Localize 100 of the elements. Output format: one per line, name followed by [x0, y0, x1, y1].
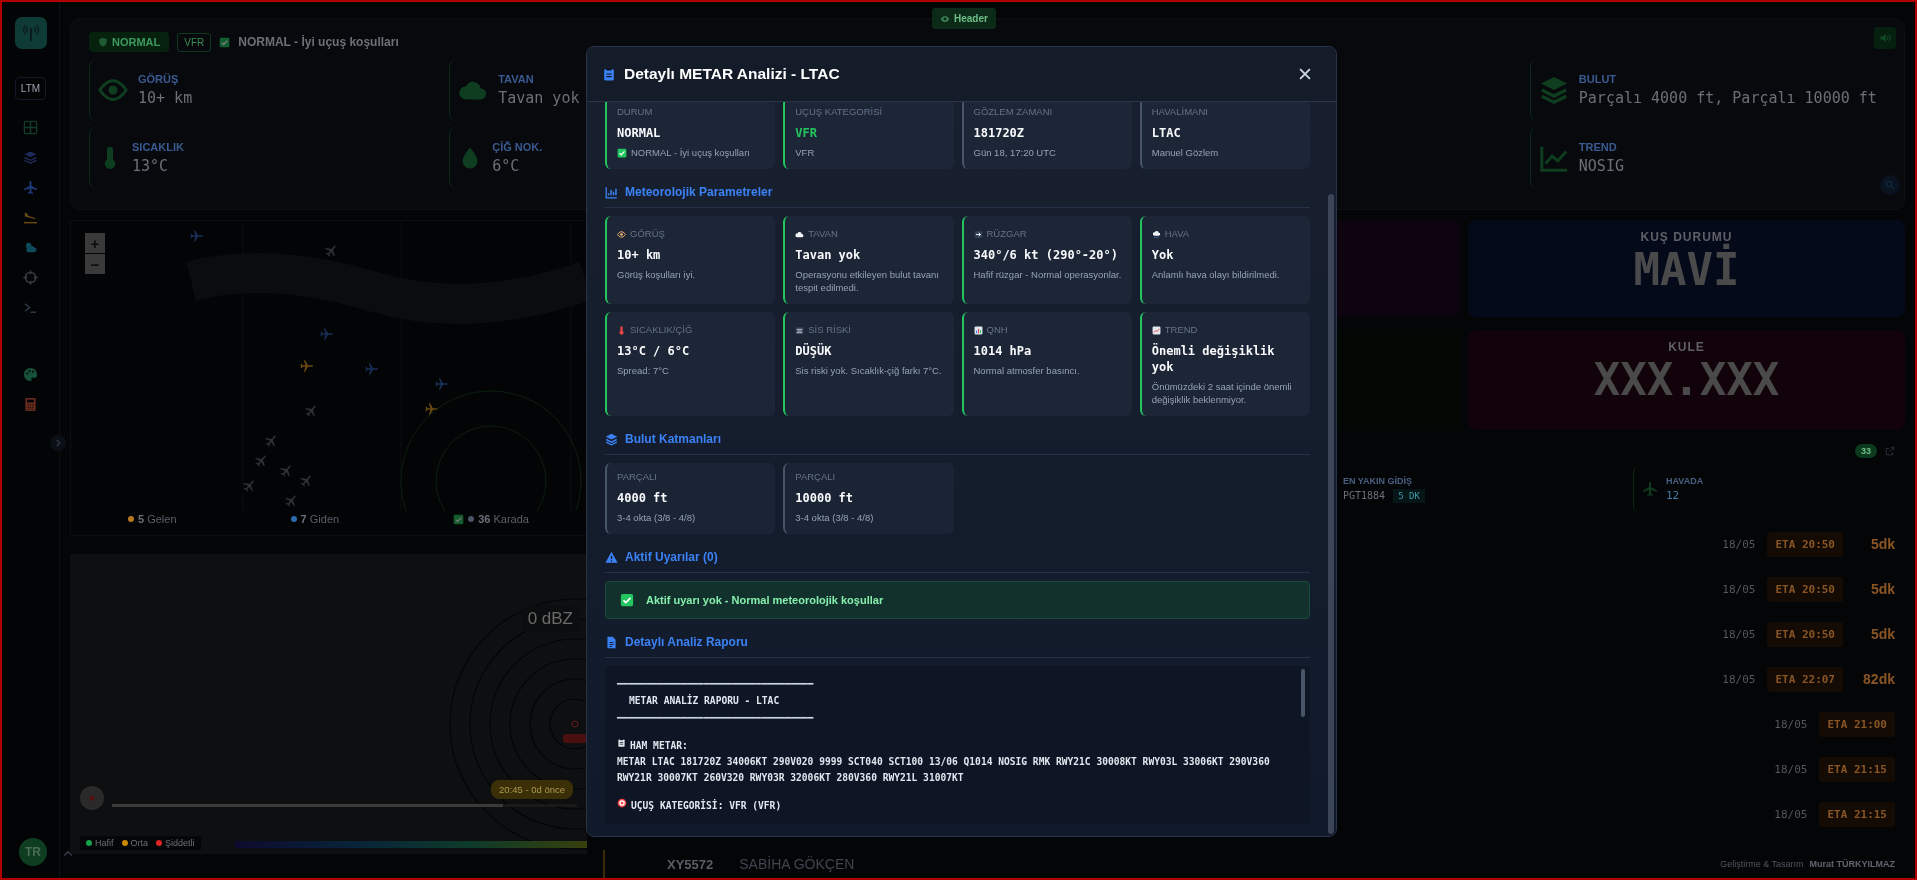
radar-reading: 0 dBZ: [521, 606, 579, 632]
flight-date: 18/05: [1722, 672, 1756, 686]
checkbox[interactable]: [453, 513, 465, 525]
grid-icon[interactable]: [23, 120, 38, 135]
card-note: 3-4 okta (3/8 - 4/8): [617, 511, 697, 524]
eye-icon: [940, 13, 950, 24]
user-avatar[interactable]: TR: [19, 838, 47, 866]
section-title: Aktif Uyarılar (0): [625, 550, 718, 564]
flight-date: 18/05: [1774, 762, 1808, 776]
document-icon: [605, 635, 618, 649]
report-text: METAR LTAC 181720Z 34006KT 290V020 9999 SCT040 SCT100 13/06 Q1014 NOSIG RMK RWY21C 30008KT RWY03L 33006KT 290V360 RWY21R 30007KT 260V320 RWY03R 32006KT 280V360 RWY21L 31007KT: [617, 755, 1271, 785]
scrollbar[interactable]: [1301, 669, 1305, 717]
flight-date: 18/05: [1722, 582, 1756, 596]
author-link[interactable]: Murat TÜRKYILMAZ: [1809, 859, 1895, 869]
shield-icon: [98, 37, 108, 47]
card-note: VFR: [795, 146, 816, 159]
eta-chip: ETA 21:15: [1819, 756, 1895, 782]
landing-plane-icon[interactable]: [23, 210, 38, 225]
search-icon: [1885, 180, 1895, 190]
card-label: HAVALİMANI: [1151, 106, 1209, 118]
rule-line: ━━━━━━━━━━━━━━━━━━━━━━━━━━━━━━━━━━: [617, 711, 814, 725]
section-title: Detaylı Analiz Raporu: [625, 635, 748, 649]
expand-button[interactable]: [50, 435, 66, 451]
eta-chip: ETA 20:50: [1767, 621, 1843, 647]
crosshair-icon[interactable]: [23, 270, 38, 285]
card-value: XXX.XXX: [1593, 356, 1780, 405]
card-title: KULE: [1668, 340, 1705, 354]
card-label: RÜZGAR: [986, 228, 1027, 240]
metric-label: ÇİĞ NOK.: [492, 141, 543, 153]
card-label: HAVA: [1164, 228, 1190, 240]
metric-label: TAVAN: [498, 73, 535, 85]
card-note: Görüş koşulları iyi.: [617, 268, 697, 281]
check-icon: [620, 593, 634, 607]
card-note: Hafif rüzgar - Normal operasyonlar.: [973, 268, 1122, 281]
flight-date: 18/05: [1722, 537, 1756, 551]
minutes-remaining: 5dk: [1869, 536, 1895, 552]
card-value: 13°C / 6°C: [617, 343, 691, 359]
report-heading: HAM METAR:: [630, 739, 688, 753]
card-label: SİS RİSKİ: [808, 324, 851, 336]
search-button[interactable]: [1880, 175, 1900, 195]
antenna-icon: [21, 24, 40, 42]
layers-icon[interactable]: [23, 150, 38, 165]
card-note: Operasyonu etkileyen bulut tavanı tespit edilmedi.: [795, 268, 940, 294]
legend-label: Şiddetli: [165, 838, 195, 848]
metric-label: TREND: [1578, 141, 1618, 153]
chevron-right-icon: [53, 438, 63, 448]
metric-value: NOSIG: [1578, 157, 1624, 175]
flight-number: XY5572: [667, 856, 714, 872]
legend-label: Hafif: [95, 838, 114, 848]
card-value: NORMAL: [617, 125, 662, 141]
palette-icon[interactable]: [23, 367, 38, 382]
flight-date: 18/05: [1774, 717, 1808, 731]
card-label: SICAKLIK/ÇİĞ: [630, 324, 693, 336]
card-note: Önümüzdeki 2 saat içinde önemli değişiklik beklenmiyor.: [1151, 380, 1293, 406]
card-value: VFR: [795, 125, 818, 141]
scrollbar[interactable]: [1328, 194, 1334, 834]
metric-value: 10+ km: [138, 89, 193, 107]
calculator-icon[interactable]: [23, 397, 38, 412]
card-note: Sis riski yok. Sıcaklık-çiğ farkı 7°C.: [795, 364, 943, 377]
report-heading: UÇUŞ KATEGORİSİ: VFR (VFR): [631, 798, 782, 813]
card-label: DURUM: [617, 106, 654, 118]
stat-value: 12: [1666, 489, 1681, 502]
legend-label: 5 Gelen: [138, 513, 177, 525]
section-title: Meteorolojik Parametreler: [625, 185, 773, 199]
plane-icon: [1642, 481, 1658, 497]
card-label: TAVAN: [808, 228, 838, 240]
legend-label: 36 Karada: [478, 513, 529, 525]
minutes-remaining: 82dk: [1862, 671, 1895, 687]
sound-button[interactable]: [1874, 27, 1896, 49]
header-toggle-button[interactable]: Header: [932, 8, 996, 29]
flight-date: 18/05: [1774, 807, 1808, 821]
radar-time-badge: 20:45 - 0d önce: [491, 780, 574, 799]
card-label: PARÇALI: [617, 471, 658, 483]
thermometer-icon: [617, 325, 626, 335]
eta-chip: ETA 20:50: [1767, 576, 1843, 602]
play-button[interactable]: [80, 786, 104, 810]
flight-date: 18/05: [1722, 627, 1756, 641]
weather-icon[interactable]: [23, 240, 38, 255]
card-note: Manuel Gözlem: [1151, 146, 1220, 159]
card-title: KUŞ DURUMU: [1640, 230, 1733, 244]
airport-code[interactable]: LTM: [14, 77, 47, 100]
metric-label: GÖRÜŞ: [138, 73, 180, 85]
arrow-icon: [973, 229, 983, 239]
metric-value: Parçalı 4000 ft, Parçalı 10000 ft: [1578, 89, 1877, 107]
external-link-icon[interactable]: [1885, 446, 1895, 456]
plane-icon[interactable]: [23, 180, 38, 195]
terminal-icon[interactable]: [23, 300, 38, 315]
metric-value: Tavan yok: [498, 89, 580, 107]
status-badge: NORMAL: [89, 32, 170, 52]
timeline-fill[interactable]: [112, 804, 503, 807]
speaker-icon: [1879, 32, 1891, 44]
count-badge: 33: [1855, 444, 1877, 458]
metric-label: BULUT: [1578, 73, 1618, 85]
clipboard-icon: [602, 67, 616, 81]
metric-value: 6°C: [492, 157, 521, 175]
card-label: GÖRÜŞ: [630, 228, 665, 240]
card-note: 3-4 okta (3/8 - 4/8): [795, 511, 875, 524]
eta-chip: ETA 22:07: [1767, 666, 1843, 692]
card-label: PARÇALI: [795, 471, 837, 483]
card-value: 4000 ft: [617, 490, 669, 506]
